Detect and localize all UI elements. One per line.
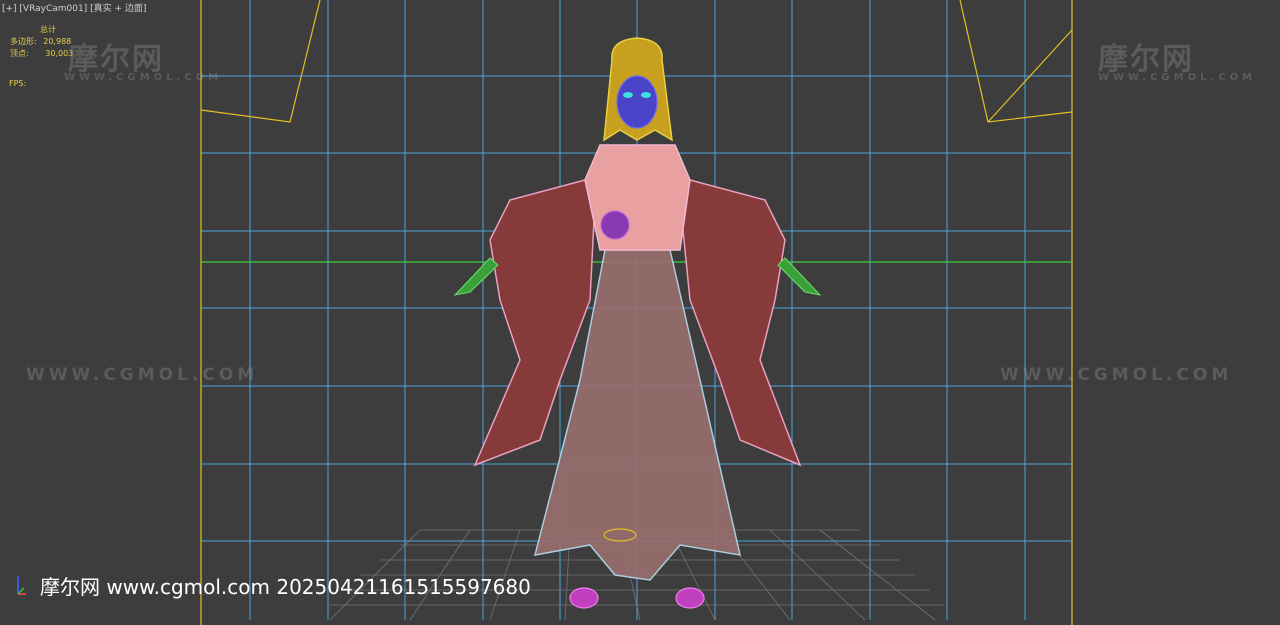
left-shoe (569, 587, 599, 609)
watermark-domain: WWW.CGMOL.COM (1000, 365, 1233, 385)
right-shoe (675, 587, 705, 609)
stats-header: 总计 (40, 25, 56, 34)
image-caption: 摩尔网 www.cgmol.com 20250421161515597680 (40, 575, 531, 599)
statistics-overlay: 总计 多边形: 20,988 顶点: 30,003 (10, 24, 73, 60)
watermark-domain: WWW.CGMOL.COM (1098, 72, 1257, 83)
viewport-scene (200, 0, 1073, 625)
verts-row: 顶点: 30,003 (10, 48, 73, 60)
viewport-label[interactable]: [+] [VRayCam001] [真实 + 边面] (2, 1, 146, 14)
verts-label: 顶点: (10, 49, 29, 58)
left-ribbon (453, 257, 499, 296)
fps-label: FPS: (9, 79, 27, 88)
character-model[interactable] (453, 37, 822, 609)
head (616, 75, 658, 129)
left-eye (623, 92, 633, 98)
polys-row: 多边形: 20,988 (10, 36, 73, 48)
right-ribbon (777, 257, 822, 296)
3d-viewport[interactable]: [+] [VRayCam001] [真实 + 边面] 总计 多边形: 20,98… (0, 0, 1280, 625)
watermark-domain: WWW.CGMOL.COM (26, 365, 259, 385)
axis-gizmo-icon (17, 576, 26, 595)
right-eye (641, 92, 651, 98)
polys-label: 多边形: (10, 37, 37, 46)
flower-ornament (600, 210, 630, 240)
watermark-domain: WWW.CGMOL.COM (64, 72, 223, 83)
torso (584, 144, 691, 251)
